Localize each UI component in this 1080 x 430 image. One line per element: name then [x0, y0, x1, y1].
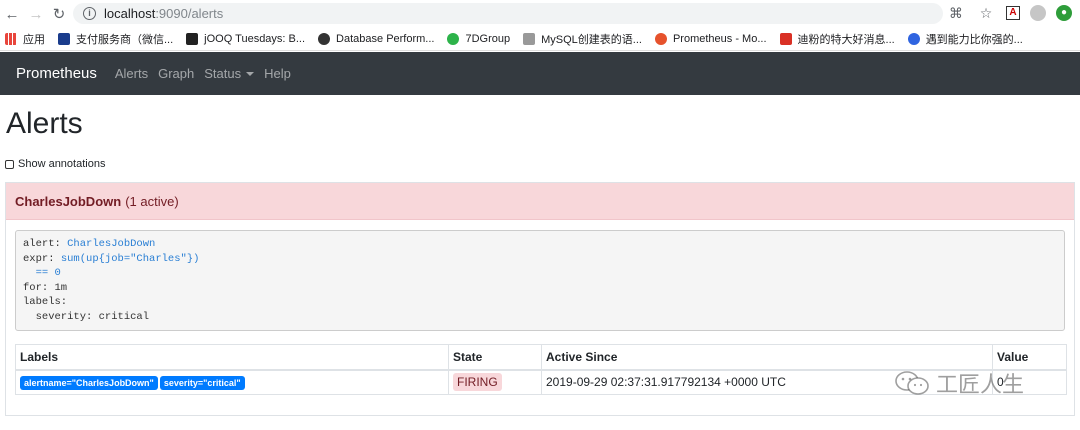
nav-graph[interactable]: Graph	[158, 66, 194, 81]
bookmark-item[interactable]: 7DGroup	[442, 32, 518, 45]
bookmark-item[interactable]: 迪粉的特大好消息...	[775, 31, 903, 47]
bookmark-item[interactable]: Prometheus - Mo...	[650, 32, 775, 45]
database-icon	[318, 32, 331, 45]
navbar-brand[interactable]: Prometheus	[16, 65, 97, 82]
alert-rule-definition: alert: CharlesJobDown expr: sum(up{job="…	[15, 230, 1065, 331]
forward-icon[interactable]: →	[24, 2, 48, 26]
column-header-active-since: Active Since	[541, 344, 993, 371]
rule-alert-value[interactable]: CharlesJobDown	[67, 238, 155, 250]
show-annotations-toggle[interactable]: Show annotations	[5, 158, 105, 170]
nav-status[interactable]: Status	[204, 66, 255, 81]
back-icon[interactable]: ←	[0, 2, 24, 26]
extension-icon[interactable]: ●	[1056, 5, 1072, 21]
labels-cell: alertname="CharlesJobDown" severity="crit…	[15, 369, 449, 395]
reload-icon[interactable]: ↻	[47, 2, 71, 26]
wechat-watermark-icon	[895, 371, 929, 395]
page-title: Alerts	[6, 107, 83, 140]
translate-icon[interactable]: ⌘	[946, 3, 966, 23]
bookmark-item[interactable]: 支付服务商（微信...	[53, 31, 181, 47]
column-header-value: Value	[992, 344, 1067, 371]
bookmark-item[interactable]: Database Perform...	[313, 32, 442, 45]
apps-grid-icon	[5, 32, 17, 45]
acrobat-icon[interactable]: A	[1006, 6, 1020, 20]
url-path: :9090/alerts	[155, 6, 224, 21]
address-bar[interactable]: i localhost:9090/alerts	[73, 3, 943, 24]
bookmark-item[interactable]: jOOQ Tuesdays: B...	[181, 32, 313, 45]
url-host: localhost	[104, 6, 156, 21]
navbar: Prometheus Alerts Graph Status Help	[0, 52, 1080, 95]
column-header-labels: Labels	[15, 344, 449, 371]
info-icon[interactable]: i	[83, 7, 96, 20]
alert-active-count: (1 active)	[125, 193, 179, 209]
watermark-text: 工匠人生	[936, 372, 1025, 397]
alert-group-header[interactable]: CharlesJobDown (1 active)	[6, 183, 1074, 220]
mysql-icon	[523, 32, 536, 45]
news-icon	[779, 32, 792, 45]
bookmark-item[interactable]: 遇到能力比你强的...	[903, 31, 1031, 47]
prometheus-icon	[654, 32, 667, 45]
jooq-icon	[186, 32, 199, 45]
state-cell: FIRING	[448, 369, 542, 395]
nav-help[interactable]: Help	[264, 66, 291, 81]
star-icon[interactable]: ☆	[976, 3, 996, 23]
paw-icon	[907, 32, 920, 45]
show-annotations-label: Show annotations	[18, 158, 106, 170]
browser-toolbar: ← → ↻ i localhost:9090/alerts ⌘ ☆ A ●	[0, 0, 1080, 27]
state-badge: FIRING	[453, 373, 502, 392]
bookmarks-bar: 应用 支付服务商（微信... jOOQ Tuesdays: B... Datab…	[0, 27, 1080, 51]
caret-down-icon	[246, 72, 255, 76]
wechat-icon	[447, 32, 460, 45]
payment-icon	[58, 32, 70, 45]
alert-name: CharlesJobDown	[15, 193, 122, 209]
profile-avatar[interactable]	[1030, 5, 1046, 21]
rule-expr-value[interactable]: sum(up{job="Charles"})	[61, 253, 200, 265]
label-badge: severity="critical"	[159, 375, 245, 390]
label-badge: alertname="CharlesJobDown"	[20, 375, 158, 390]
watermark: 工匠人生	[894, 367, 1024, 399]
bookmark-apps[interactable]: 应用	[0, 31, 53, 47]
nav-alerts[interactable]: Alerts	[115, 66, 148, 81]
bookmark-item[interactable]: MySQL创建表的语...	[518, 31, 650, 47]
column-header-state: State	[448, 344, 542, 371]
checkbox[interactable]	[5, 159, 14, 169]
